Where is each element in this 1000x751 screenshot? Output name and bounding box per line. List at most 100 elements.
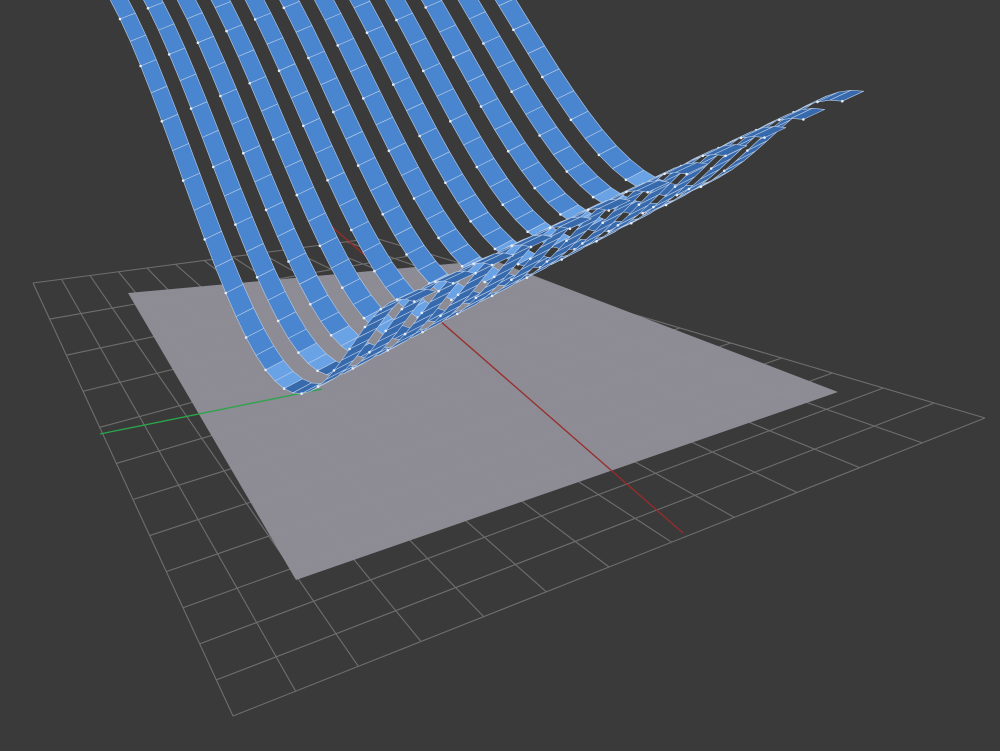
mesh-vertex: [538, 134, 541, 137]
mesh-vertex: [363, 325, 367, 329]
mesh-vertex: [373, 269, 376, 273]
mesh-vertex: [297, 351, 300, 354]
mesh-vertex: [673, 185, 677, 188]
tile-row[interactable]: [399, 0, 865, 197]
mesh-vertex: [569, 118, 573, 122]
mesh-vertex: [332, 369, 336, 372]
mesh-vertex: [525, 276, 529, 279]
mesh-vertex: [506, 150, 510, 153]
mesh-vertex: [646, 191, 649, 194]
mesh-vertex: [203, 238, 206, 241]
mesh-vertex: [332, 110, 335, 114]
mesh-vertex: [601, 221, 604, 224]
mesh-vertex: [439, 314, 442, 318]
mesh-vertex: [778, 118, 781, 122]
mesh-vertex: [437, 236, 440, 240]
mesh-vertex: [469, 220, 472, 223]
mesh-vertex: [264, 208, 268, 212]
mesh-vertex: [386, 349, 390, 352]
mesh-vertex: [420, 311, 424, 315]
mesh-vertex: [181, 179, 185, 182]
mesh-vertex: [490, 263, 494, 267]
mesh-vertex: [400, 307, 404, 311]
mesh-vertex: [418, 134, 421, 138]
mesh-vertex: [329, 334, 333, 337]
mesh-vertex: [449, 120, 452, 123]
mesh-vertex: [802, 118, 805, 121]
mesh-vertex: [586, 208, 590, 211]
mesh-vertex: [475, 165, 479, 169]
mesh-vertex: [336, 44, 340, 47]
mesh-vertex: [365, 31, 369, 34]
mesh-vertex: [403, 332, 407, 336]
mesh-vertex: [637, 203, 641, 206]
mesh-vertex: [276, 319, 280, 323]
mesh-vertex: [560, 258, 563, 261]
mesh-vertex: [368, 350, 371, 354]
mesh-vertex: [300, 392, 303, 395]
mesh-vertex: [381, 213, 385, 216]
mesh-vertex: [565, 170, 569, 173]
mesh-vertex: [421, 330, 424, 334]
mesh-vertex: [167, 53, 171, 56]
mesh-vertex: [412, 197, 416, 200]
mesh-vertex: [212, 165, 215, 169]
mesh-vertex: [272, 138, 275, 141]
mesh-vertex: [392, 83, 395, 86]
mesh-vertex: [384, 329, 388, 333]
mesh-vertex: [510, 278, 513, 282]
mesh-vertex: [244, 336, 248, 339]
mesh-vertex: [219, 94, 222, 98]
mesh-vertex: [387, 149, 391, 153]
mesh-vertex: [607, 209, 611, 212]
viewport-canvas[interactable]: [0, 0, 1000, 751]
mesh-vertex: [841, 99, 844, 103]
mesh-vertex: [510, 244, 513, 247]
mesh-vertex: [451, 282, 455, 285]
mesh-vertex: [424, 6, 428, 9]
mesh-vertex: [472, 262, 475, 266]
mesh-vertex: [709, 167, 713, 170]
mesh-vertex: [341, 286, 344, 290]
mesh-vertex: [526, 230, 529, 233]
mesh-vertex: [224, 291, 228, 295]
mesh-vertex: [362, 97, 365, 100]
mesh-vertex: [287, 260, 290, 263]
mesh-vertex: [512, 28, 515, 32]
mesh-vertex: [501, 203, 505, 206]
mesh-vertex: [295, 193, 299, 197]
mesh-vertex: [699, 185, 703, 189]
3d-viewport[interactable]: [0, 0, 1000, 751]
mesh-vertex: [307, 56, 310, 60]
mesh-vertex: [482, 42, 485, 45]
mesh-vertex: [242, 151, 245, 155]
mesh-vertex: [492, 275, 496, 279]
mesh-vertex: [326, 179, 329, 182]
mesh-vertex: [146, 7, 150, 10]
mesh-vertex: [739, 136, 743, 140]
mesh-vertex: [763, 136, 766, 139]
mesh-vertex: [196, 41, 200, 44]
mesh-vertex: [625, 190, 628, 194]
mesh-vertex: [395, 298, 399, 301]
mesh-vertex: [456, 312, 459, 316]
mesh-vertex: [302, 124, 305, 128]
mesh-vertex: [316, 369, 319, 373]
mesh-vertex: [422, 69, 425, 73]
mesh-vertex: [616, 224, 620, 227]
mesh-vertex: [379, 307, 383, 311]
mesh-vertex: [189, 107, 193, 110]
mesh-vertex: [533, 186, 536, 190]
mesh-vertex: [437, 289, 440, 293]
mesh-vertex: [568, 227, 572, 230]
mesh-vertex: [452, 55, 455, 59]
mesh-vertex: [581, 242, 584, 245]
mesh-vertex: [460, 264, 464, 268]
mesh-vertex: [318, 244, 322, 248]
mesh-vertex: [248, 82, 251, 85]
mesh-vertex: [493, 247, 497, 251]
mesh-vertex: [450, 298, 453, 302]
mesh-vertex: [483, 280, 487, 284]
mesh-vertex: [724, 154, 727, 158]
mesh-vertex: [139, 64, 142, 68]
